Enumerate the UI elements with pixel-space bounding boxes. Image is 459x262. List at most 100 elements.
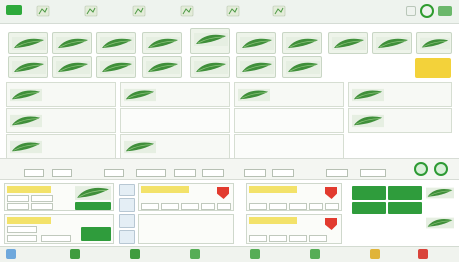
product-tile-selected[interactable] [190,28,230,54]
side-button[interactable] [119,230,135,244]
plant-image [100,37,134,50]
order-cell[interactable] [6,108,116,133]
menu-order[interactable] [180,5,214,17]
nav-statistics[interactable] [310,248,360,260]
nav-exit[interactable] [418,248,456,260]
product-tile[interactable] [236,56,276,78]
confirm-round-button[interactable] [414,162,428,176]
action-button[interactable] [388,202,422,214]
order-cell-empty[interactable] [120,108,230,133]
field-value[interactable] [52,169,72,177]
panel-value[interactable] [289,235,307,242]
product-tile[interactable] [236,32,276,54]
product-tile[interactable] [8,32,48,54]
field-value[interactable] [360,169,386,177]
order-cell-empty[interactable] [234,108,344,133]
product-tile[interactable] [8,56,48,78]
product-tile[interactable] [190,56,230,78]
field-value[interactable] [174,169,196,177]
panel-value[interactable] [289,203,307,210]
field-value[interactable] [24,169,44,177]
panel-value[interactable] [309,235,327,242]
field-value[interactable] [326,169,348,177]
order-cell[interactable] [6,134,116,159]
nav-customer[interactable] [190,248,240,260]
action-button[interactable] [352,202,386,214]
plant-image [352,113,384,129]
field-value[interactable] [104,169,124,177]
field-value[interactable] [244,169,266,177]
help-icon [370,249,380,259]
detail-panel [138,183,234,211]
product-tile[interactable] [416,32,452,54]
action-button[interactable] [388,186,422,200]
panel-value[interactable] [201,203,215,210]
refresh-button[interactable] [420,4,434,18]
nav-inventory[interactable] [130,248,180,260]
order-cell[interactable] [234,82,344,107]
exit-icon [418,249,428,259]
plant-image [146,61,180,74]
menu-file[interactable] [36,5,70,17]
product-tile[interactable] [52,32,92,54]
side-button[interactable] [119,198,135,212]
detail-panel [246,214,342,244]
order-cell[interactable] [120,134,230,159]
product-tile[interactable] [328,32,368,54]
plant-image [426,216,454,230]
panel-value[interactable] [249,203,267,210]
side-button[interactable] [119,214,135,228]
field-value[interactable] [202,169,224,177]
action-button[interactable] [352,186,386,200]
product-tile[interactable] [372,32,412,54]
plant-image [286,37,320,50]
panel-value[interactable] [309,203,323,210]
panel-value[interactable] [31,195,53,202]
field-value[interactable] [136,169,166,177]
panel-value[interactable] [7,226,37,233]
field-value[interactable] [272,169,294,177]
panel-value[interactable] [269,235,287,242]
panel-value[interactable] [181,203,199,210]
nav-help[interactable] [370,248,410,260]
panel-value[interactable] [249,235,267,242]
order-cell[interactable] [6,82,116,107]
close-button[interactable] [438,6,452,16]
menu-view[interactable] [132,5,166,17]
panel-value[interactable] [269,203,287,210]
minimize-button[interactable] [406,6,416,16]
panel-value[interactable] [141,203,159,210]
menu-edit[interactable] [84,5,118,17]
panel-value[interactable] [31,203,53,210]
order-cell-empty[interactable] [234,134,344,159]
save-button[interactable] [81,227,111,241]
panel-value[interactable] [7,195,29,202]
add-button[interactable] [75,202,111,210]
order-cell[interactable] [348,108,452,133]
product-tile[interactable] [142,32,182,54]
promo-badge[interactable] [415,58,451,78]
product-tile[interactable] [52,56,92,78]
product-tile[interactable] [142,56,182,78]
panel-value[interactable] [7,235,37,242]
order-cell[interactable] [348,82,452,107]
nav-home[interactable] [6,248,56,260]
panel-value[interactable] [7,203,29,210]
panel-header [141,186,189,193]
nav-supplier[interactable] [250,248,300,260]
status-field [136,161,166,179]
product-tile[interactable] [282,32,322,54]
menu-settings[interactable] [272,5,306,17]
panel-value[interactable] [161,203,179,210]
panel-value[interactable] [217,203,231,210]
panel-value[interactable] [41,235,71,242]
product-tile[interactable] [96,56,136,78]
panel-value[interactable] [325,203,339,210]
next-round-button[interactable] [434,162,448,176]
product-tile[interactable] [96,32,136,54]
product-tile[interactable] [282,56,322,78]
nav-stock[interactable] [70,248,120,260]
order-cell[interactable] [120,82,230,107]
menu-report[interactable] [226,5,260,17]
side-button[interactable] [119,184,135,196]
